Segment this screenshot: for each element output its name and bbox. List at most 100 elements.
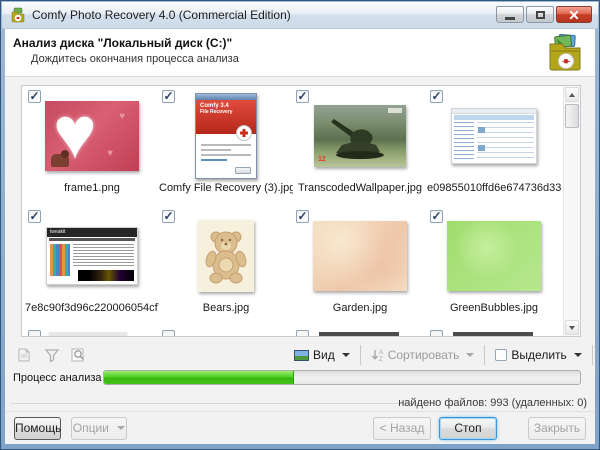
preview-zoom-icon[interactable] (67, 344, 89, 366)
thumbnail-pink-texture[interactable] (313, 221, 407, 291)
svg-text:Z: Z (379, 357, 383, 362)
bear-drawing (204, 227, 248, 285)
select-label: Выделить (511, 348, 566, 362)
scroll-up-button[interactable] (565, 87, 579, 102)
view-label: Вид (313, 348, 335, 362)
browser-chrome (452, 109, 536, 114)
sort-icon: AZ (371, 349, 384, 362)
text-line (201, 149, 231, 151)
partial-thumb (319, 332, 399, 336)
progress-fill (104, 371, 294, 384)
chevron-down-icon (342, 353, 350, 357)
arrow-up-icon (569, 93, 575, 97)
file-item-partial[interactable] (25, 326, 159, 336)
files-found-status: найдено файлов: 993 (удаленных: 0) (398, 397, 587, 409)
options-button[interactable]: Опции (71, 417, 127, 440)
dialog-body: Анализ диска "Локальный диск (C:)" Дожди… (5, 29, 595, 444)
stop-button[interactable]: Стоп (439, 417, 497, 440)
figures (51, 154, 69, 167)
page-subtitle: Дождитесь окончания процесса анализа (31, 53, 595, 65)
maximize-icon (536, 11, 545, 19)
thumbnail-green-texture[interactable] (447, 221, 541, 291)
file-item[interactable]: ♥ ♥ ♥ frame1.png (25, 86, 159, 206)
tank-silhouette (314, 105, 406, 167)
mini-app-title: Comfy 3.4 (196, 100, 256, 109)
small-heart: ♥ (119, 111, 125, 122)
red-cross-icon (236, 125, 252, 141)
file-item-partial[interactable] (293, 326, 427, 336)
maximize-button[interactable] (526, 6, 554, 23)
scrollbar-thumb[interactable] (565, 104, 579, 128)
file-name: GreenBubbles.jpg (427, 302, 561, 314)
mini-app-subtitle: File Recovery (196, 109, 256, 115)
text-line (201, 154, 251, 156)
file-checkbox-partial[interactable] (430, 330, 443, 336)
page-header-band (454, 115, 534, 120)
window-title: Comfy Photo Recovery 4.0 (Commercial Edi… (32, 8, 291, 22)
close-button[interactable] (556, 6, 592, 23)
page-title: Анализ диска "Локальный диск (C:)" (13, 36, 595, 50)
view-button[interactable]: Вид (287, 344, 357, 366)
app-logo-icon (10, 7, 26, 23)
progress-bar (103, 370, 581, 385)
select-button[interactable]: Выделить (488, 344, 588, 366)
minimize-icon (505, 17, 515, 20)
thumbnail-teddy-bear[interactable] (198, 220, 254, 292)
minimize-button[interactable] (496, 6, 524, 23)
title-bar[interactable]: Comfy Photo Recovery 4.0 (Commercial Edi… (2, 2, 598, 29)
red-badge: 12 (318, 156, 326, 163)
progress-row: Процесс анализа (40%) (5, 369, 595, 389)
toolbar: Вид AZ Сортировать Выделить (5, 341, 595, 369)
file-name: frame1.png (25, 182, 159, 194)
checkbox-icon (495, 349, 507, 361)
file-item[interactable]: GreenBubbles.jpg (427, 206, 561, 326)
thumbnail-app-screenshot[interactable]: Comfy 3.4 File Recovery (195, 93, 257, 179)
recover-icon[interactable] (13, 344, 35, 366)
thumbnail-webpage-blue[interactable] (451, 108, 537, 164)
file-checkbox-partial[interactable] (162, 330, 175, 336)
thumbnail-tank-wallpaper[interactable]: 12 (314, 105, 406, 167)
site-logo: tweakit (47, 228, 137, 237)
chevron-down-icon (466, 353, 474, 357)
photo-recovery-icon (547, 34, 583, 72)
sort-button[interactable]: AZ Сортировать (364, 344, 482, 366)
divider (11, 403, 435, 404)
content-thumb (478, 127, 485, 133)
file-name: Garden.jpg (293, 302, 427, 314)
chevron-down-icon (117, 426, 125, 430)
file-checkbox-partial[interactable] (28, 330, 41, 336)
preview-button[interactable]: Просмотр (596, 344, 600, 366)
thumbnail-webpage-dark[interactable]: tweakit (46, 227, 138, 285)
wizard-header: Анализ диска "Локальный диск (C:)" Дожди… (5, 29, 595, 77)
file-item[interactable]: tweakit 7e8c90f3d96c220006054cf7b... (25, 206, 159, 326)
app-window: Comfy Photo Recovery 4.0 (Commercial Edi… (0, 0, 600, 450)
filter-icon[interactable] (41, 344, 63, 366)
file-item-partial[interactable] (159, 326, 293, 336)
sort-label: Сортировать (388, 348, 460, 362)
options-label: Опции (73, 421, 109, 435)
link-line (201, 159, 227, 161)
content-thumb (478, 145, 485, 151)
file-name: TranscodedWallpaper.jpg (293, 182, 427, 194)
arrow-down-icon (569, 326, 575, 330)
scroll-down-button[interactable] (565, 320, 579, 335)
file-item[interactable]: Bears.jpg (159, 206, 293, 326)
footer-bar: Помощь Опции < Назад Стоп Закрыть (5, 411, 595, 444)
file-checkbox-partial[interactable] (296, 330, 309, 336)
thumbnail-heart-frame[interactable]: ♥ ♥ ♥ (45, 101, 139, 171)
file-item-partial[interactable] (427, 326, 561, 336)
close-dialog-button[interactable]: Закрыть (528, 417, 586, 440)
file-item[interactable]: Garden.jpg (293, 206, 427, 326)
file-item[interactable]: e09855010ffd6e674736d3302... (427, 86, 561, 206)
paragraph-lines (73, 244, 134, 268)
nav-bar (49, 238, 135, 241)
back-button[interactable]: < Назад (373, 417, 431, 440)
dark-banner (78, 270, 134, 281)
file-item[interactable]: 12 TranscodedWallpaper.jpg (293, 86, 427, 206)
file-name: 7e8c90f3d96c220006054cf7b... (25, 302, 159, 314)
vertical-scrollbar[interactable] (563, 86, 580, 336)
file-item[interactable]: Comfy 3.4 File Recovery Comfy File Recov… (159, 86, 293, 206)
mini-ok-button (235, 167, 251, 174)
help-button[interactable]: Помощь (14, 417, 61, 440)
file-name: Bears.jpg (159, 302, 293, 314)
